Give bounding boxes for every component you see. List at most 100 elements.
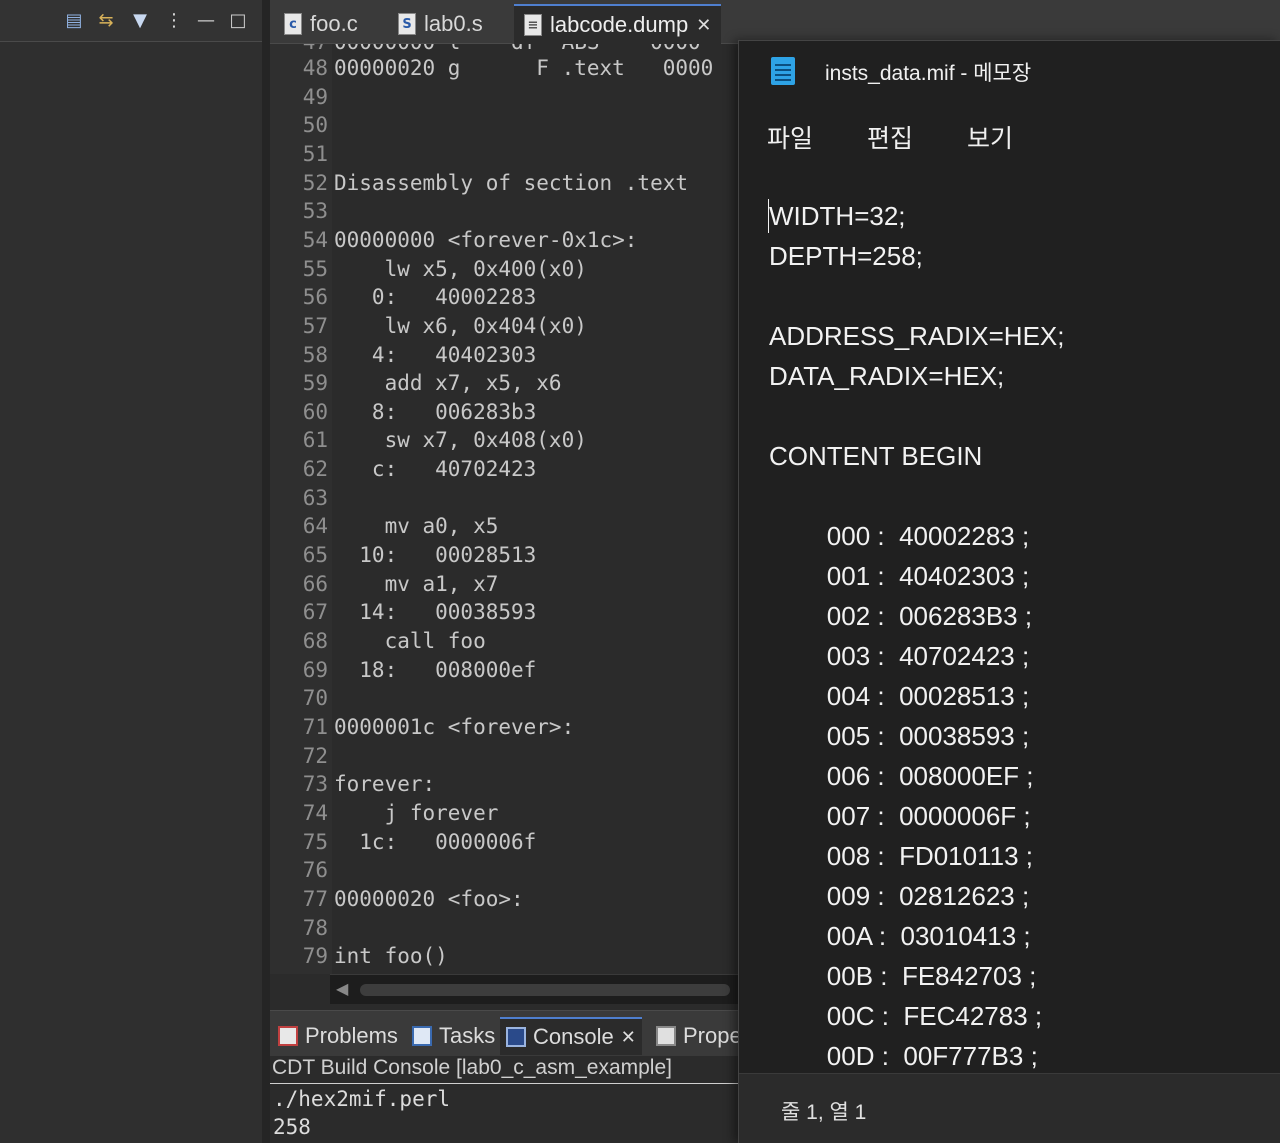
asm-file-icon: S [398, 13, 416, 35]
notepad-line: DATA_RADIX=HEX; [769, 361, 1005, 391]
notepad-line: 002 : 006283B3 ; [769, 601, 1033, 631]
line-number: 56 [302, 285, 328, 310]
maximize-icon[interactable]: □ [226, 9, 250, 31]
tab-properties[interactable]: Prope [650, 1017, 748, 1055]
view-menu-icon[interactable]: ⋮ [162, 9, 186, 31]
code-line: 53 [270, 197, 738, 226]
line-number: 52 [302, 170, 328, 195]
tab-problems[interactable]: Problems [272, 1017, 404, 1055]
problems-icon [278, 1026, 298, 1046]
line-number: 64 [302, 514, 328, 539]
code-line: 71 0000001c <forever>: [270, 713, 738, 742]
notepad-line: 00B : FE842703 ; [769, 961, 1037, 991]
line-text: mv a0, x5 [334, 514, 499, 539]
minimize-icon[interactable]: — [194, 9, 218, 31]
tab-label: Tasks [439, 1023, 496, 1048]
line-text: sw x7, 0x408(x0) [334, 428, 587, 453]
line-number: 48 [302, 56, 328, 80]
line-number: 73 [302, 772, 328, 797]
code-editor[interactable]: 4700000000 l df *ABS* 0000 4800000020 g … [270, 44, 738, 974]
console-line: ./hex2mif.perl [273, 1087, 451, 1111]
line-text: call foo [334, 629, 486, 653]
tab-label: Prope [683, 1023, 742, 1048]
notepad-line: 00C : FEC42783 ; [769, 1001, 1043, 1031]
console-output[interactable]: ./hex2mif.perl 258 [270, 1085, 738, 1143]
menu-file[interactable]: 파일 [763, 117, 817, 157]
explorer-toolbar: ▤ ⇆ ▼ ⋮ — □ [0, 0, 262, 42]
notepad-line: 007 : 0000006F ; [769, 801, 1031, 831]
line-number: 68 [302, 629, 328, 653]
close-icon[interactable]: ✕ [621, 1027, 636, 1048]
window-title: insts_data.mif - 메모장 [825, 62, 1032, 85]
tab-foo-c[interactable]: c foo.c [274, 4, 368, 44]
code-line: 52 Disassembly of section .text [270, 169, 738, 198]
line-number: 55 [302, 256, 328, 281]
close-icon[interactable]: ✕ [696, 15, 711, 36]
code-line: 49 [270, 83, 738, 112]
code-line: 63 [270, 484, 738, 513]
line-number: 70 [302, 686, 328, 711]
code-line: 48 00000020 g F .text 0000 [270, 54, 738, 83]
notepad-text-area[interactable]: WIDTH=32; DEPTH=258; ADDRESS_RADIX=HEX; DAT… [739, 191, 1280, 1073]
text-file-icon: ≡ [524, 14, 542, 36]
tab-tasks[interactable]: Tasks [406, 1017, 501, 1055]
line-number: 54 [302, 227, 328, 252]
notepad-line: DEPTH=258; [769, 241, 923, 271]
line-text: 14: 00038593 [334, 600, 537, 625]
notepad-line: ADDRESS_RADIX=HEX; [769, 321, 1065, 351]
line-text: 4: 40402303 [334, 342, 537, 367]
filter-icon[interactable]: ▼ [128, 9, 152, 31]
line-number: 49 [302, 84, 328, 109]
scroll-left-icon[interactable]: ◀ [336, 979, 348, 998]
code-line: 70 [270, 684, 738, 713]
project-explorer-panel: ▤ ⇆ ▼ ⋮ — □ [0, 0, 262, 1143]
view-tab-bar: Problems Tasks Console ✕ Prope [270, 1010, 742, 1056]
tab-lab0-s[interactable]: S lab0.s [388, 4, 493, 44]
line-text: 0: 40002283 [334, 285, 537, 310]
line-number: 61 [302, 428, 328, 453]
line-text: mv a1, x7 [334, 571, 499, 596]
scrollbar-thumb[interactable] [360, 984, 730, 996]
code-line: 51 [270, 140, 738, 169]
code-line: 79 int foo() [270, 942, 738, 971]
c-file-icon: c [284, 13, 302, 35]
collapse-all-icon[interactable]: ▤ [62, 9, 86, 31]
tab-label: Console [533, 1024, 614, 1049]
code-line: 67 14: 00038593 [270, 598, 738, 627]
menu-view[interactable]: 보기 [963, 117, 1017, 157]
line-number: 67 [302, 600, 328, 625]
notepad-statusbar: 줄 1, 열 1 [739, 1073, 1280, 1143]
line-text: 18: 008000ef [334, 657, 537, 682]
code-line: 64 mv a0, x5 [270, 512, 738, 541]
horizontal-scrollbar[interactable]: ◀ [330, 974, 738, 1004]
properties-icon [656, 1026, 676, 1046]
notepad-window[interactable]: insts_data.mif - 메모장 파일 편집 보기 WIDTH=32; D… [738, 40, 1280, 1143]
code-line: 74 j forever [270, 799, 738, 828]
menu-edit[interactable]: 편집 [863, 117, 917, 157]
code-line: 76 [270, 856, 738, 885]
line-number: 51 [302, 141, 328, 166]
code-line: 75 1c: 0000006f [270, 828, 738, 857]
panel-divider[interactable] [262, 0, 270, 1143]
line-number: 76 [302, 858, 328, 883]
line-number: 72 [302, 743, 328, 768]
tab-console[interactable]: Console ✕ [500, 1017, 642, 1055]
tab-label: foo.c [310, 11, 358, 36]
line-text: 0000001c <forever>: [334, 714, 575, 739]
line-text: 8: 006283b3 [334, 399, 537, 424]
notepad-line: 00A : 03010413 ; [769, 921, 1031, 951]
tasks-icon [412, 1026, 432, 1046]
code-line: 62 c: 40702423 [270, 455, 738, 484]
line-text: int foo() [334, 944, 448, 969]
line-text: Disassembly of section .text [334, 170, 689, 195]
line-text: 00000000 <forever-0x1c>: [334, 227, 638, 252]
line-text: 00000020 <foo>: [334, 886, 524, 911]
code-line: 58 4: 40402303 [270, 341, 738, 370]
link-with-editor-icon[interactable]: ⇆ [94, 9, 118, 31]
notepad-line: 001 : 40402303 ; [769, 561, 1030, 591]
scrollbar-corner [270, 974, 330, 1004]
line-number: 57 [302, 313, 328, 338]
tab-labcode-dump[interactable]: ≡ labcode.dump ✕ [514, 4, 722, 44]
notepad-titlebar[interactable]: insts_data.mif - 메모장 [739, 41, 1280, 99]
line-text: j forever [334, 800, 499, 825]
